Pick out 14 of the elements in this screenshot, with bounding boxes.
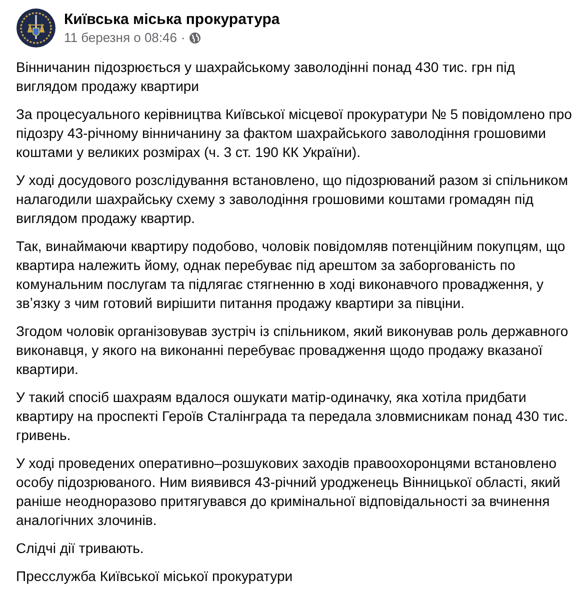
post-paragraph: Вінничанин підозрюється у шахрайському заволодінні понад 430 тис. грн під виглядом продажу квартири	[16, 58, 516, 96]
post-paragraph: У такий спосіб шахраям вдалося ошукати матір-одиначку, яка хотіла придбати квартиру на проспекті Героїв Сталінграда та передала зловмисникам понад 430 тис. гривень.	[16, 388, 570, 445]
post-paragraph: Згодом чоловік організовував зустріч із спільником, який виконував роль державного виконавця, у якого на виконанні перебуває провадження щодо продажу вказаної квартири.	[16, 322, 570, 379]
globe-icon[interactable]	[189, 32, 202, 44]
post-paragraph: У ході проведених оперативно–розшукових заходів правоохоронцями встановлено особу підозрюваного. Ним виявився 43-річний уродженець Вінницької області, який раніше неодноразово притягувався до кримінальної відповідальності за вчинення аналогічних злочинів.	[16, 454, 562, 530]
post-paragraph: Слідчі дії тривають.	[16, 539, 145, 558]
post-paragraph: За процесуального керівництва Київської місцевої прокуратури № 5 повідомлено про підозру 43-річному вінничанину за фактом шахрайського заволодіння грошовими коштами у великих розмірах (ч. 3 ст. 190 КК України).	[16, 105, 573, 162]
post-paragraph: У ході досудового розслідування встановлено, що підозрюваний разом зі спільником налагодили шахрайську схему з заволодіння грошовими коштами громадян під виглядом продажу квартир.	[16, 171, 569, 228]
author-name[interactable]: Київська міська прокуратура	[64, 11, 280, 28]
post-timestamp[interactable]: 11 березня о 08:46	[64, 30, 177, 45]
avatar-emblem-icon[interactable]	[16, 8, 56, 48]
post-paragraph: Пресслужба Київської міської прокуратури	[16, 567, 294, 586]
post-paragraph: Так, винаймаючи квартиру подобово, чоловік повідомляв потенційним покупцям, що квартира належить йому, однак перебуває під арештом за заборгованість по комунальним послугам та підлягає стягненню в ході виконавчого провадження, у звʼязку з чим готовий вирішити питання продажу квартири за півціни.	[16, 237, 566, 313]
separator-dot: ·	[180, 30, 186, 45]
